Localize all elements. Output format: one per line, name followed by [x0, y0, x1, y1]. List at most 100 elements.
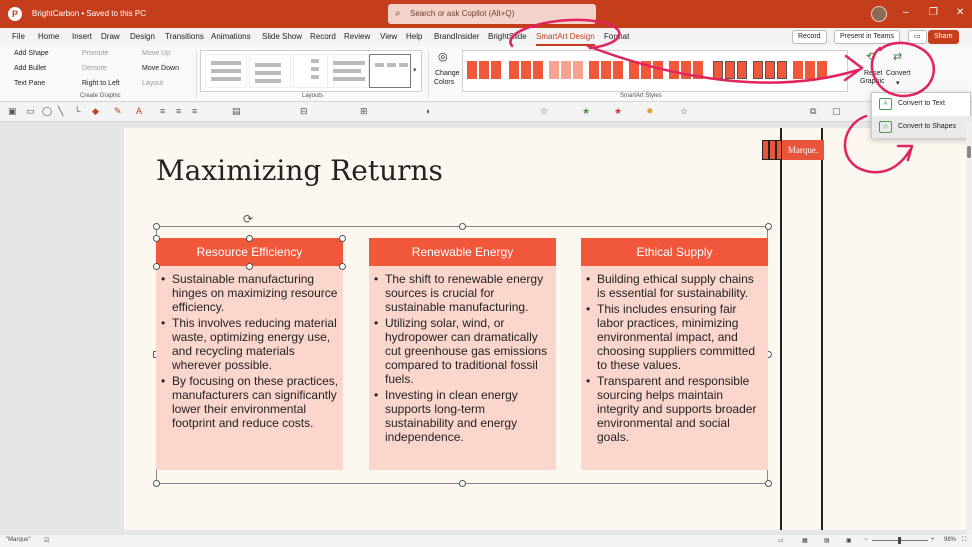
oval-icon[interactable]: ◯: [42, 106, 52, 117]
shape-handle[interactable]: [339, 235, 346, 242]
style-option[interactable]: [549, 57, 585, 85]
convert-icon[interactable]: ⇄: [893, 50, 902, 63]
slide-show-icon[interactable]: ▣: [846, 537, 852, 544]
reset-graphic-label[interactable]: Reset: [864, 70, 882, 77]
resize-handle[interactable]: [153, 480, 160, 487]
text-box-icon[interactable]: ▣: [8, 106, 17, 117]
style-option[interactable]: [589, 57, 625, 85]
star-icon[interactable]: ☆: [540, 106, 548, 117]
convert-to-shapes-item[interactable]: ◇ Convert to Shapes: [872, 116, 972, 138]
bullet-item[interactable]: The shift to renewable energy sources is…: [374, 272, 552, 314]
resize-handle[interactable]: [153, 223, 160, 230]
minimize-icon[interactable]: –: [903, 7, 909, 18]
tab-brightslide[interactable]: BrightSlide: [488, 32, 527, 41]
rotate-handle-icon[interactable]: ⟳: [243, 212, 253, 226]
tab-format[interactable]: Format: [604, 32, 629, 41]
resize-handle[interactable]: [459, 223, 466, 230]
resize-handle[interactable]: [765, 223, 772, 230]
border-icon[interactable]: ▢: [832, 106, 841, 117]
rectangle-icon[interactable]: ▭: [26, 106, 35, 117]
card-resource-efficiency[interactable]: Resource Efficiency Sustainable manufact…: [156, 238, 343, 470]
scrollbar-thumb[interactable]: [967, 146, 971, 158]
style-option[interactable]: [793, 57, 829, 85]
shape-fill-icon[interactable]: ◆: [92, 106, 99, 117]
font-color-icon[interactable]: A: [136, 106, 142, 116]
zoom-slider-knob[interactable]: [898, 537, 901, 544]
close-icon[interactable]: ✕: [956, 7, 964, 18]
normal-view-icon[interactable]: ▭: [778, 537, 784, 544]
brand-logo[interactable]: Marque.: [762, 140, 824, 160]
document-title[interactable]: BrightCarbon • Saved to this PC: [32, 9, 146, 18]
right-to-left-button[interactable]: Right to Left: [82, 80, 120, 87]
card-bullets[interactable]: Sustainable manufacturing hinges on maxi…: [161, 272, 339, 432]
promote-button[interactable]: Promote: [82, 50, 108, 57]
align-left-icon[interactable]: ≡: [160, 106, 165, 116]
resize-handle[interactable]: [765, 480, 772, 487]
tab-smartart-design[interactable]: SmartArt Design: [536, 32, 595, 46]
convert-button[interactable]: Convert: [886, 70, 911, 77]
move-down-button[interactable]: Move Down: [142, 65, 179, 72]
line-icon[interactable]: ╲: [58, 106, 63, 117]
bring-forward-icon[interactable]: ⧉: [810, 106, 816, 117]
style-option[interactable]: [509, 57, 545, 85]
layout-option[interactable]: [205, 54, 247, 88]
reading-view-icon[interactable]: ▤: [824, 537, 830, 544]
bullet-item[interactable]: By focusing on these practices, manufact…: [161, 374, 339, 430]
record-button[interactable]: Record: [792, 30, 827, 44]
tab-draw[interactable]: Draw: [101, 32, 120, 41]
resize-handle[interactable]: [459, 480, 466, 487]
demote-button[interactable]: Demote: [82, 65, 107, 72]
add-shape-button[interactable]: Add Shape: [14, 50, 49, 57]
card-ethical-supply[interactable]: Ethical Supply Building ethical supply c…: [581, 238, 768, 470]
gallery-expand-icon[interactable]: ▾: [413, 66, 417, 74]
bullet-item[interactable]: This involves reducing material waste, o…: [161, 316, 339, 372]
change-colors-label[interactable]: Change: [435, 70, 460, 77]
restore-icon[interactable]: ❐: [929, 7, 938, 18]
move-up-button[interactable]: Move Up: [142, 50, 170, 57]
layouts-gallery[interactable]: ▾: [200, 50, 422, 92]
bullet-item[interactable]: Sustainable manufacturing hinges on maxi…: [161, 272, 339, 314]
convert-dropdown-icon[interactable]: ▾: [896, 79, 900, 87]
card-heading[interactable]: Renewable Energy: [369, 238, 556, 266]
shape-handle[interactable]: [339, 263, 346, 270]
tab-home[interactable]: Home: [38, 32, 59, 41]
layout-option[interactable]: [327, 54, 369, 88]
shape-handle[interactable]: [153, 263, 160, 270]
card-heading[interactable]: Resource Efficiency: [156, 238, 343, 266]
tab-slide-show[interactable]: Slide Show: [262, 32, 302, 41]
style-option[interactable]: [467, 57, 503, 85]
tab-design[interactable]: Design: [130, 32, 155, 41]
align-center-icon[interactable]: ≡: [176, 106, 181, 116]
present-in-teams-button[interactable]: Present in Teams: [834, 30, 900, 44]
convert-to-text-item[interactable]: A Convert to Text: [872, 93, 972, 115]
fit-to-window-icon[interactable]: ⛶: [962, 537, 966, 544]
tab-transitions[interactable]: Transitions: [165, 32, 204, 41]
shape-handle[interactable]: [246, 263, 253, 270]
card-bullets[interactable]: The shift to renewable energy sources is…: [374, 272, 552, 446]
change-colors-icon[interactable]: ◎: [438, 50, 448, 63]
bullet-item[interactable]: This includes ensuring fair labor practi…: [586, 302, 764, 372]
zoom-level[interactable]: 98%: [944, 537, 956, 543]
tab-animations[interactable]: Animations: [211, 32, 251, 41]
comments-icon[interactable]: ▭: [908, 30, 927, 44]
reset-graphic-icon[interactable]: ⟲: [866, 50, 875, 63]
style-option[interactable]: [669, 57, 705, 85]
tab-brandinsider[interactable]: BrandInsider: [434, 32, 479, 41]
zoom-in-icon[interactable]: +: [931, 537, 935, 543]
layout-option[interactable]: [249, 54, 291, 88]
star-outline-icon[interactable]: ☆: [680, 106, 688, 117]
text-pane-button[interactable]: Text Pane: [14, 80, 45, 87]
align-objects-icon[interactable]: ⊟: [300, 106, 308, 117]
search-input[interactable]: ⌕ Search or ask Copilot (Alt+Q): [388, 4, 596, 24]
bullet-item[interactable]: Utilizing solar, wind, or hydropower can…: [374, 316, 552, 386]
card-heading[interactable]: Ethical Supply: [581, 238, 768, 266]
shape-handle[interactable]: [246, 235, 253, 242]
layout-button[interactable]: Layout: [142, 80, 163, 87]
card-renewable-energy[interactable]: Renewable Energy The shift to renewable …: [369, 238, 556, 470]
style-option[interactable]: [753, 57, 789, 85]
avatar[interactable]: [871, 6, 887, 22]
tab-record[interactable]: Record: [310, 32, 336, 41]
tab-insert[interactable]: Insert: [72, 32, 92, 41]
accessibility-icon[interactable]: ☑: [44, 537, 49, 544]
tab-review[interactable]: Review: [344, 32, 370, 41]
